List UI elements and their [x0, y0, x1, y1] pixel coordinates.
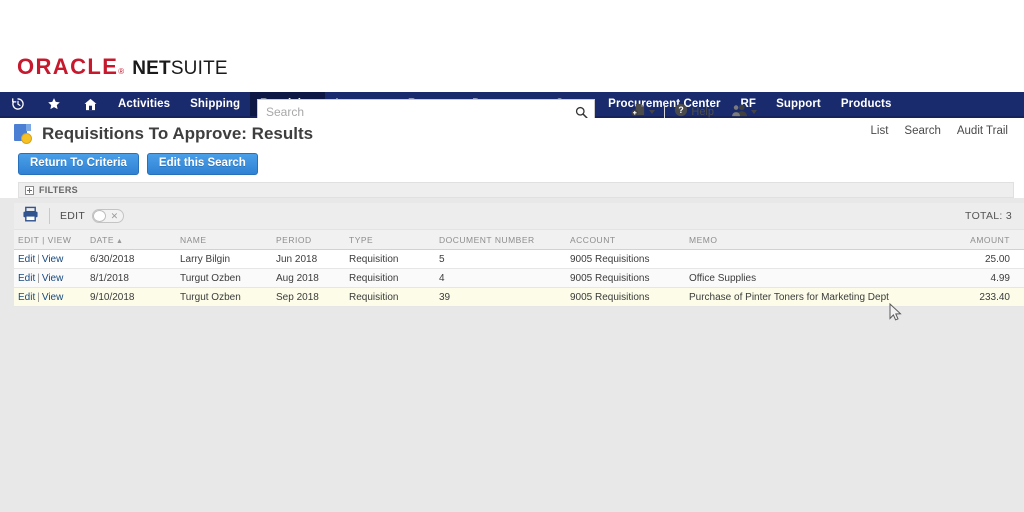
- netsuite-suite: SUITE: [170, 58, 228, 79]
- sort-ascending-icon: ▲: [116, 237, 124, 245]
- cell-docnum: 39: [435, 287, 566, 307]
- row-view-link[interactable]: View: [42, 254, 64, 265]
- action-button-row: Return To Criteria Edit this Search: [0, 150, 1024, 178]
- toggle-knob[interactable]: [93, 210, 107, 222]
- page-link-search[interactable]: Search: [904, 125, 940, 137]
- filters-label[interactable]: FILTERS: [39, 185, 78, 195]
- table-row[interactable]: Edit | View 9/10/2018 Turgut Ozben Sep 2018 Re…: [14, 287, 1024, 307]
- nav-item-support[interactable]: Support: [766, 92, 831, 116]
- row-edit-link[interactable]: Edit: [18, 254, 35, 265]
- column-header-type[interactable]: TYPE: [345, 229, 435, 250]
- toolbar-divider: [49, 208, 50, 224]
- column-header-amount[interactable]: AMOUNT: [930, 229, 1024, 250]
- app-header: ORACLE ® NETSUITE Search ? Help: [0, 42, 1024, 125]
- table-row[interactable]: Edit | View 6/30/2018 Larry Bilgin Jun 2018 Re…: [14, 249, 1024, 269]
- column-header-period[interactable]: PERIOD: [272, 229, 345, 250]
- cell-name: Larry Bilgin: [176, 249, 272, 269]
- cell-type: Requisition: [345, 268, 435, 288]
- cell-type: Requisition: [345, 249, 435, 269]
- page-title: Requisitions To Approve: Results: [42, 124, 314, 143]
- total-count-label: TOTAL: 3: [965, 210, 1012, 222]
- results-table-container: EDIT | VIEW DATE ▲ NAME PERIOD TYPE DOCUMENT N…: [14, 229, 1024, 307]
- top-white-strip: [0, 0, 1024, 42]
- toggle-off-x-icon: ✕: [110, 210, 119, 221]
- cell-docnum: 4: [435, 268, 566, 288]
- page-title-bar: Requisitions To Approve: Results List Sea…: [0, 118, 1024, 150]
- page-action-links: List Search Audit Trail: [871, 125, 1008, 137]
- cell-date: 8/1/2018: [86, 268, 176, 288]
- column-header-docnum[interactable]: DOCUMENT NUMBER: [435, 229, 566, 250]
- cell-date: 6/30/2018: [86, 249, 176, 269]
- cell-account: 9005 Requisitions: [566, 268, 685, 288]
- row-view-link[interactable]: View: [42, 292, 64, 303]
- results-table: EDIT | VIEW DATE ▲ NAME PERIOD TYPE DOCUMENT N…: [14, 229, 1024, 307]
- cell-date: 9/10/2018: [86, 287, 176, 307]
- table-header-row: EDIT | VIEW DATE ▲ NAME PERIOD TYPE DOCUMENT N…: [14, 229, 1024, 250]
- table-body: Edit | View 6/30/2018 Larry Bilgin Jun 2018 Re…: [14, 249, 1024, 307]
- help-label[interactable]: Help: [691, 106, 714, 118]
- column-header-date[interactable]: DATE ▲: [86, 229, 176, 250]
- cell-memo: [685, 249, 930, 269]
- page-link-audit-trail[interactable]: Audit Trail: [957, 125, 1008, 137]
- nav-item-shipping[interactable]: Shipping: [180, 92, 250, 116]
- column-header-memo[interactable]: MEMO: [685, 229, 930, 250]
- cell-edit-view: Edit | View: [14, 268, 86, 288]
- cell-period: Sep 2018: [272, 287, 345, 307]
- link-separator: |: [37, 253, 40, 265]
- history-clock-icon[interactable]: [0, 92, 36, 116]
- cell-period: Jun 2018: [272, 249, 345, 269]
- link-separator: |: [37, 272, 40, 284]
- home-icon[interactable]: [72, 92, 108, 116]
- page-link-list[interactable]: List: [871, 125, 889, 137]
- column-header-account[interactable]: ACCOUNT: [566, 229, 685, 250]
- cell-name: Turgut Ozben: [176, 268, 272, 288]
- search-icon[interactable]: [568, 106, 594, 119]
- column-header-editview[interactable]: EDIT | VIEW: [14, 229, 86, 250]
- row-edit-link[interactable]: Edit: [18, 273, 35, 284]
- nav-item-products[interactable]: Products: [831, 92, 902, 116]
- cell-memo: Office Supplies: [685, 268, 930, 288]
- cell-amount: 25.00: [930, 249, 1024, 269]
- row-view-link[interactable]: View: [42, 273, 64, 284]
- table-header: EDIT | VIEW DATE ▲ NAME PERIOD TYPE DOCUMENT N…: [14, 229, 1024, 250]
- expand-plus-icon[interactable]: [25, 185, 34, 195]
- chevron-down-icon[interactable]: [751, 110, 757, 114]
- cell-edit-view: Edit | View: [14, 249, 86, 269]
- edit-mode-toggle[interactable]: ✕: [92, 209, 125, 223]
- edit-mode-label: EDIT: [60, 210, 86, 222]
- oracle-netsuite-logo: ORACLE ® NETSUITE: [17, 54, 228, 80]
- return-to-criteria-button[interactable]: Return To Criteria: [18, 152, 139, 176]
- link-separator: |: [37, 291, 40, 303]
- favorites-star-icon[interactable]: [36, 92, 72, 116]
- cell-edit-view: Edit | View: [14, 287, 86, 307]
- table-row[interactable]: Edit | View 8/1/2018 Turgut Ozben Aug 2018 Req…: [14, 268, 1024, 288]
- cell-name: Turgut Ozben: [176, 287, 272, 307]
- nav-item-activities[interactable]: Activities: [108, 92, 180, 116]
- registered-mark: ®: [118, 67, 125, 76]
- cell-account: 9005 Requisitions: [566, 287, 685, 307]
- filters-section: FILTERS: [0, 178, 1024, 198]
- results-toolbar: EDIT ✕ TOTAL: 3: [14, 203, 1024, 229]
- cell-period: Aug 2018: [272, 268, 345, 288]
- cell-amount: 4.99: [930, 268, 1024, 288]
- cell-memo: Purchase of Pinter Toners for Marketing …: [685, 287, 930, 307]
- cell-docnum: 5: [435, 249, 566, 269]
- netsuite-wordmark: NETSUITE: [132, 58, 228, 80]
- cell-amount: 233.40: [930, 287, 1024, 307]
- svg-text:?: ?: [679, 105, 684, 115]
- search-input[interactable]: [258, 105, 568, 119]
- empty-page-background: [0, 314, 1024, 512]
- chevron-down-icon[interactable]: [649, 110, 656, 114]
- cell-type: Requisition: [345, 287, 435, 307]
- filters-bar[interactable]: FILTERS: [18, 182, 1014, 198]
- edit-this-search-button[interactable]: Edit this Search: [146, 152, 258, 176]
- print-icon[interactable]: [22, 206, 39, 227]
- column-header-name[interactable]: NAME: [176, 229, 272, 250]
- saved-search-results-icon: [14, 123, 34, 145]
- oracle-wordmark: ORACLE: [17, 54, 119, 79]
- app-window: ORACLE ® NETSUITE Search ? Help Activiti…: [0, 0, 1024, 512]
- cell-account: 9005 Requisitions: [566, 249, 685, 269]
- netsuite-net: NET: [132, 58, 171, 79]
- row-edit-link[interactable]: Edit: [18, 292, 35, 303]
